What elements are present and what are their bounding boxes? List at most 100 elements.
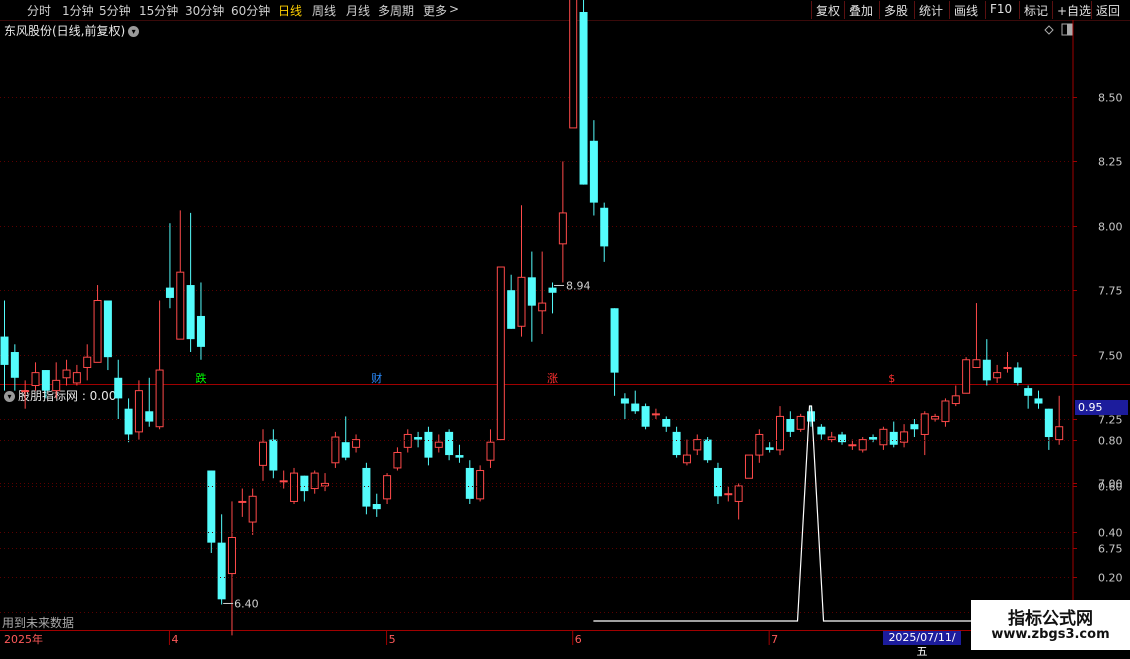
candle-body-down[interactable] <box>507 290 516 329</box>
candle-body-up[interactable] <box>682 454 691 464</box>
candle-body-up[interactable] <box>279 480 288 483</box>
candle-body-down[interactable] <box>10 352 19 378</box>
candle-body-up[interactable] <box>1003 366 1012 369</box>
candle-body-down[interactable] <box>1013 367 1022 383</box>
candle-body-down[interactable] <box>527 277 536 306</box>
candle-body-down[interactable] <box>114 377 123 399</box>
candle-body-up[interactable] <box>290 472 299 502</box>
candle-body-down[interactable] <box>1044 408 1053 438</box>
candle-body-up[interactable] <box>62 369 71 379</box>
candle-body-up[interactable] <box>1055 426 1064 441</box>
candle-body-down[interactable] <box>269 439 278 471</box>
candle-body-down[interactable] <box>889 431 898 445</box>
candle-body-up[interactable] <box>496 266 505 441</box>
candle-body-down[interactable] <box>165 287 174 298</box>
candle-body-up[interactable] <box>558 212 567 245</box>
candle-body-down[interactable] <box>207 470 216 543</box>
candle-body-up[interactable] <box>951 395 960 405</box>
candle-body-up[interactable] <box>776 415 784 451</box>
candle-body-down[interactable] <box>145 411 154 422</box>
candle-body-down[interactable] <box>124 408 133 435</box>
candle-body-down[interactable] <box>341 442 350 458</box>
candle-body-up[interactable] <box>796 415 805 430</box>
kline-chart[interactable]: 8.508.258.007.757.507.257.006.756.508.94… <box>0 0 1130 650</box>
candle-body-down[interactable] <box>217 542 226 600</box>
candle-body-up[interactable] <box>962 359 971 394</box>
candle-body-down[interactable] <box>620 398 629 404</box>
candle-body-down[interactable] <box>838 434 847 443</box>
candle-body-down[interactable] <box>0 336 9 365</box>
candle-body-down[interactable] <box>786 419 795 432</box>
candle-body-down[interactable] <box>600 207 609 247</box>
candle-body-up[interactable] <box>486 441 495 461</box>
candle-body-down[interactable] <box>465 467 474 499</box>
candle-body-up[interactable] <box>538 302 547 312</box>
candle-body-up[interactable] <box>879 428 888 446</box>
candle-body-down[interactable] <box>672 431 681 456</box>
price-tick-label: 8.50 <box>1098 92 1123 105</box>
candle-body-up[interactable] <box>383 475 392 500</box>
candle-body-up[interactable] <box>476 470 485 500</box>
candle-body-up[interactable] <box>569 0 578 129</box>
candle-body-up[interactable] <box>21 390 30 393</box>
candle-body-down[interactable] <box>713 467 722 497</box>
candle-body-down[interactable] <box>631 403 640 412</box>
candle-body-down[interactable] <box>641 406 650 427</box>
candle-body-up[interactable] <box>434 441 443 448</box>
candle-body-down[interactable] <box>455 455 464 458</box>
candle-body-down[interactable] <box>103 300 112 358</box>
candle-body-up[interactable] <box>393 451 402 469</box>
candle-body-down[interactable] <box>186 285 195 340</box>
candle-body-down[interactable] <box>1024 388 1033 396</box>
candle-body-down[interactable] <box>910 424 919 430</box>
candle-body-up[interactable] <box>724 493 733 496</box>
candle-body-up[interactable] <box>941 400 950 423</box>
candle-body-up[interactable] <box>227 536 236 575</box>
candle-body-up[interactable] <box>31 372 40 387</box>
candle-body-up[interactable] <box>72 372 81 384</box>
candle-body-down[interactable] <box>362 467 371 507</box>
candle-body-up[interactable] <box>155 369 164 428</box>
candle-body-up[interactable] <box>403 433 412 448</box>
candle-body-up[interactable] <box>321 482 330 487</box>
candle-body-up[interactable] <box>52 379 61 392</box>
candle-body-up[interactable] <box>517 276 526 327</box>
candle-body-down[interactable] <box>610 308 619 373</box>
candle-body-down[interactable] <box>1034 398 1043 404</box>
candle-body-down[interactable] <box>579 11 588 185</box>
candle-body-down[interactable] <box>817 426 826 435</box>
candle-body-up[interactable] <box>83 356 92 368</box>
candle-body-up[interactable] <box>651 413 660 416</box>
candle-body-down[interactable] <box>414 437 423 440</box>
candle-body-up[interactable] <box>238 500 247 503</box>
candle-body-up[interactable] <box>993 372 1002 379</box>
candle-body-down[interactable] <box>548 287 557 293</box>
candle-body-up[interactable] <box>848 444 857 447</box>
candle-body-down[interactable] <box>445 431 454 456</box>
candle-body-up[interactable] <box>259 441 267 466</box>
candle-body-up[interactable] <box>248 495 257 523</box>
candle-body-down[interactable] <box>765 447 774 450</box>
candle-body-up[interactable] <box>920 413 929 435</box>
candle-body-up[interactable] <box>931 415 940 420</box>
candle-body-up[interactable] <box>972 359 981 368</box>
candle-body-up[interactable] <box>827 436 836 441</box>
candle-body-down[interactable] <box>196 315 205 347</box>
candle-body-up[interactable] <box>134 390 143 433</box>
candle-body-up[interactable] <box>744 454 753 479</box>
candle-body-up[interactable] <box>693 439 702 451</box>
candle-body-down[interactable] <box>589 140 598 203</box>
candle-body-up[interactable] <box>93 300 102 363</box>
candle-body-up[interactable] <box>734 485 743 502</box>
candle-body-down[interactable] <box>982 359 991 381</box>
candle-body-down[interactable] <box>41 370 50 391</box>
candle-body-down[interactable] <box>424 431 433 458</box>
candle-body-down[interactable] <box>869 437 878 440</box>
candle-body-down[interactable] <box>372 504 381 510</box>
candle-body-down[interactable] <box>300 475 309 492</box>
candle-body-down[interactable] <box>703 439 712 461</box>
candle-body-down[interactable] <box>662 419 671 427</box>
candle-body-up[interactable] <box>176 271 185 340</box>
candle-body-up[interactable] <box>858 439 867 451</box>
candle-body-up[interactable] <box>755 433 764 456</box>
